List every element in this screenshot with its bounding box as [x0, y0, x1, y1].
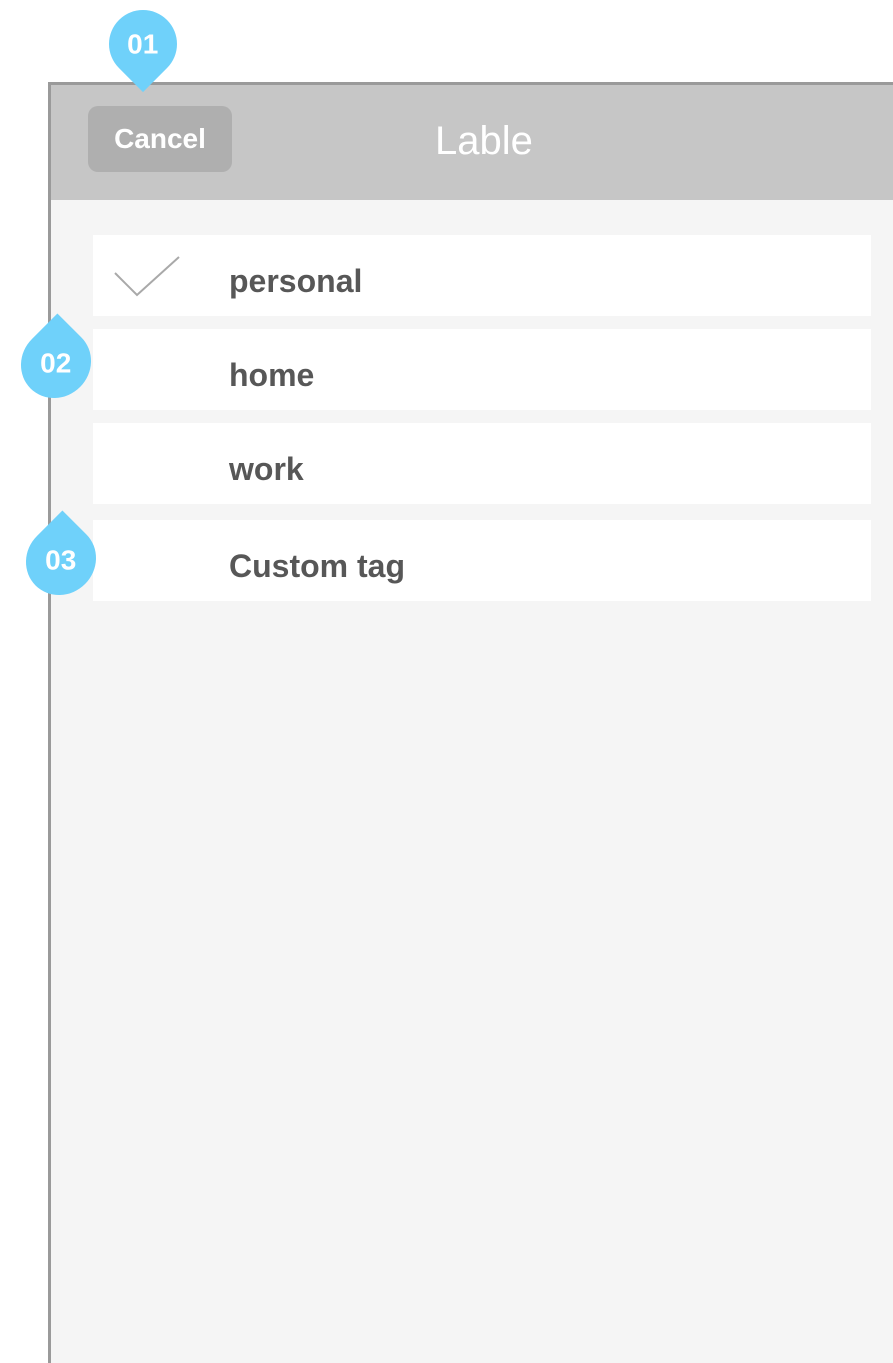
check-icon: [114, 256, 180, 297]
label-item-home[interactable]: home: [93, 329, 871, 410]
annotation-marker-label: 02: [40, 347, 72, 378]
label-item-work[interactable]: work: [93, 423, 871, 504]
annotation-marker-label: 01: [127, 28, 159, 59]
label-item-text: personal: [229, 263, 363, 299]
navigation-bar: Cancel Lable: [51, 85, 893, 200]
label-item-personal[interactable]: personal: [93, 235, 871, 316]
annotation-marker-01: 01: [94, 0, 192, 93]
cancel-button[interactable]: Cancel: [88, 106, 232, 172]
page-title: Lable: [435, 119, 533, 163]
annotation-marker-label: 03: [45, 544, 77, 575]
label-item-text: home: [229, 357, 315, 393]
label-item-text: work: [229, 451, 304, 487]
label-item-text: Custom tag: [229, 548, 405, 584]
label-item-custom-tag[interactable]: Custom tag: [93, 520, 871, 601]
page: Cancel Lable personal home work Custom t…: [0, 0, 893, 1363]
label-picker-screen: Cancel Lable personal home work Custom t…: [48, 82, 893, 1363]
